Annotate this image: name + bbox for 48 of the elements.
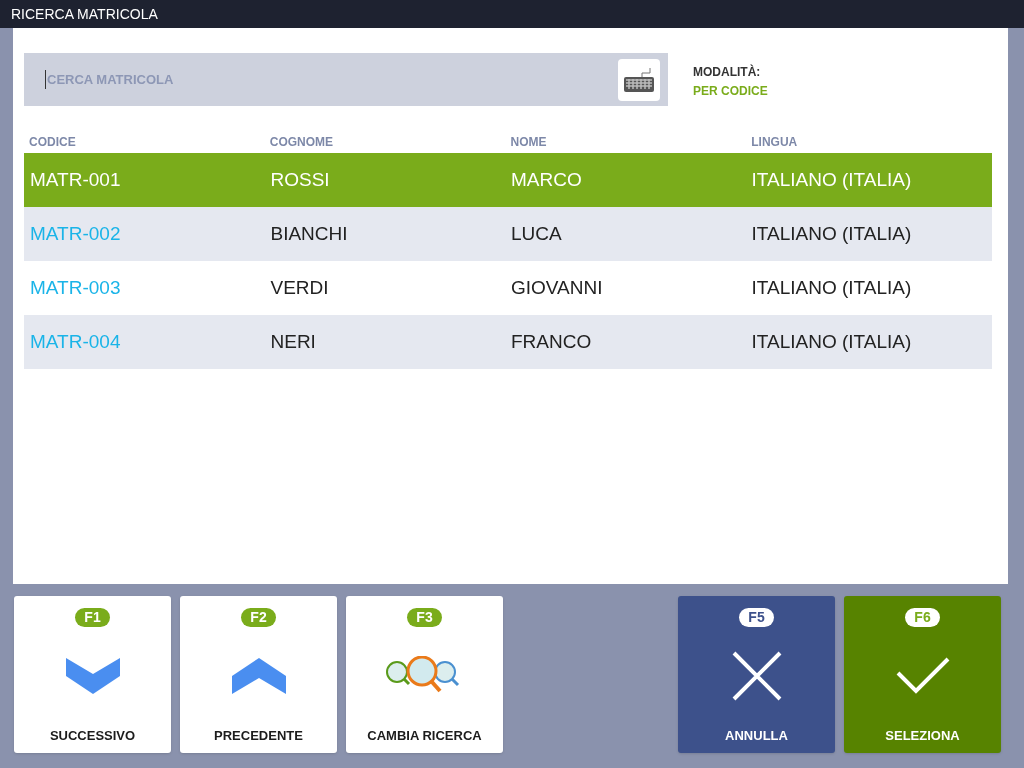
button-label: ANNULLA xyxy=(725,726,788,745)
column-header: COGNOME xyxy=(269,133,335,151)
close-icon xyxy=(731,651,782,702)
table-cell-text: ITALIANO (ITALIA) xyxy=(751,275,913,300)
button-label: SELEZIONA xyxy=(885,726,960,745)
search-field[interactable]: CERCA MATRICOLA xyxy=(24,53,668,106)
table-cell-text: FRANCO xyxy=(511,329,593,354)
table-cell-text: ITALIANO (ITALIA) xyxy=(751,221,913,246)
check-icon xyxy=(895,657,950,696)
key-badge: F1 xyxy=(75,608,110,627)
table-cell-text: ITALIANO (ITALIA) xyxy=(751,167,913,192)
window-title: RICERCA MATRICOLA xyxy=(11,4,158,24)
table-cell-text: MARCO xyxy=(511,167,583,192)
button-label: PRECEDENTE xyxy=(214,726,303,745)
table-cell-text: MATR-003 xyxy=(30,275,122,300)
column-header: NOME xyxy=(510,133,548,151)
key-badge: F5 xyxy=(739,608,774,627)
column-header: LINGUA xyxy=(751,133,799,151)
key-badge: F3 xyxy=(407,608,442,627)
table-cell-text: ITALIANO (ITALIA) xyxy=(751,329,913,354)
table-cell-text: VERDI xyxy=(270,275,330,300)
chevron-up-icon xyxy=(231,658,286,695)
function-button[interactable]: F6 SELEZIONA xyxy=(844,596,1001,753)
table-cell-text: MATR-004 xyxy=(30,329,122,354)
table-cell-text: MATR-002 xyxy=(30,221,122,246)
table-cell-text: BIANCHI xyxy=(270,221,349,246)
table-cell-text: LUCA xyxy=(511,221,563,246)
column-header: CODICE xyxy=(29,133,77,151)
chevron-down-icon xyxy=(65,658,120,695)
table-cell-text: GIOVANNI xyxy=(511,275,604,300)
keyboard-icon xyxy=(624,66,654,93)
function-button[interactable]: F2 PRECEDENTE xyxy=(180,596,337,753)
mode-value: PER CODICE xyxy=(693,83,768,100)
function-button[interactable]: F1 SUCCESSIVO xyxy=(14,596,171,753)
table-cell-text: MATR-001 xyxy=(30,167,122,192)
button-label: CAMBIA RICERCA xyxy=(367,726,482,745)
function-button[interactable]: F5 ANNULLA xyxy=(678,596,835,753)
search-input[interactable]: CERCA MATRICOLA xyxy=(45,69,618,90)
function-button[interactable]: F3 CAMBIA RICERCA xyxy=(346,596,503,753)
keyboard-button[interactable] xyxy=(618,58,660,101)
key-badge: F2 xyxy=(241,608,276,627)
table-cell-text: ROSSI xyxy=(270,167,331,192)
button-label: SUCCESSIVO xyxy=(49,726,136,745)
table-cell-text: NERI xyxy=(270,329,317,354)
key-badge: F6 xyxy=(905,608,940,627)
table-row[interactable]: MATR-004 NERI FRANCO ITALIANO (ITALIA) xyxy=(24,315,992,369)
mode-label: MODALITÀ: xyxy=(693,63,762,81)
table-row[interactable]: MATR-002 BIANCHI LUCA ITALIANO (ITALIA) xyxy=(24,207,992,261)
